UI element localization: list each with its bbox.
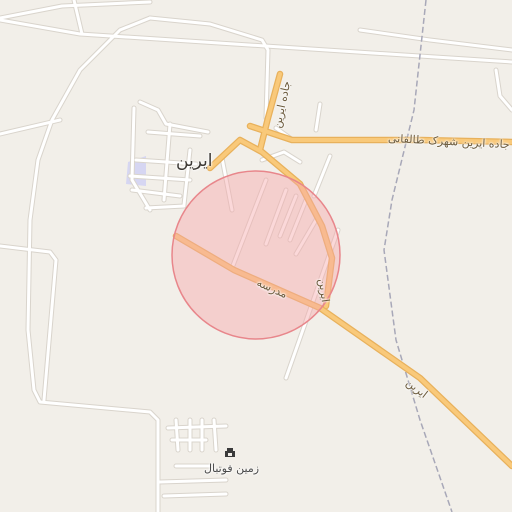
location-highlight[interactable] — [171, 170, 341, 340]
town-label: ایرین — [176, 151, 213, 171]
stadium-icon[interactable] — [225, 448, 235, 457]
map-canvas[interactable]: ایرین جاده ایرین جاده ایرین شهرک طالقانی… — [0, 0, 512, 512]
railway — [383, 0, 453, 512]
poi-label-football[interactable]: زمین فوتبال — [204, 462, 259, 475]
map-base — [0, 0, 512, 512]
